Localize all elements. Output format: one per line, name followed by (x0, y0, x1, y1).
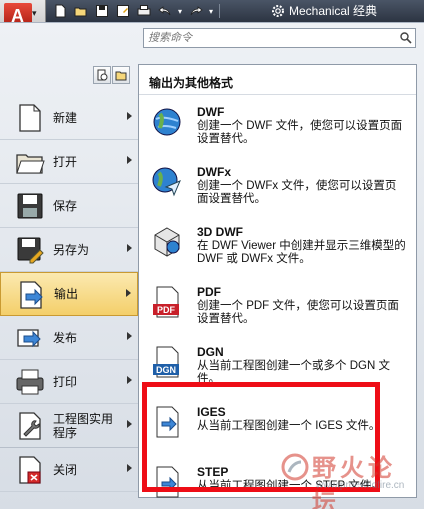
recent-docs-icon (97, 69, 108, 81)
export-iges-item[interactable]: IGES 从当前工程图创建一个 IGES 文件。 (139, 395, 416, 455)
submenu-arrow-icon (127, 464, 132, 472)
export-3d-dwf-item[interactable]: 3D DWF 在 DWF Viewer 中创建并显示三维模型的 DWF 或 DW… (139, 215, 416, 275)
entry-description: 创建一个 PDF 文件，使您可以设置页面设置替代。 (197, 300, 399, 325)
floppy-disk-icon (17, 193, 43, 219)
entry-description: 在 DWF Viewer 中创建并显示三维模型的 DWF 或 DWFx 文件。 (197, 240, 406, 265)
menu-item-print[interactable]: 打印 (0, 360, 138, 404)
entry-description: 从当前工程图创建一个 STEP 文件。 (197, 480, 383, 492)
menu-item-close[interactable]: 关闭 (0, 448, 138, 492)
application-menu-commands: 新建 打开 保存 另存为 输出 发布 打印 工程图实用 程序 关闭 (0, 96, 138, 492)
menu-item-label-line2: 程序 (53, 425, 78, 440)
entry-description: 创建一个 DWF 文件，使您可以设置页面设置替代。 (197, 120, 403, 145)
menu-item-label: 打印 (53, 374, 78, 389)
entry-title: STEP (197, 465, 229, 479)
submenu-arrow-icon (127, 332, 132, 340)
menu-item-open[interactable]: 打开 (0, 140, 138, 184)
document-view-buttons (93, 66, 130, 84)
menu-item-drawing-utilities[interactable]: 工程图实用 程序 (0, 404, 138, 448)
3d-dwf-cube-icon (154, 227, 180, 257)
undo-dropdown-icon[interactable]: ▾ (176, 3, 184, 20)
menu-item-label: 发布 (53, 330, 78, 345)
entry-title: 3D DWF (197, 225, 243, 239)
new-document-icon (19, 104, 41, 132)
workspace-name: Mechanical 经典 (289, 4, 378, 18)
svg-text:PDF: PDF (157, 305, 176, 315)
undo-icon[interactable] (155, 3, 174, 20)
step-icon (156, 466, 179, 498)
open-docs-icon (115, 71, 127, 81)
open-documents-button[interactable] (112, 66, 130, 84)
menu-item-save[interactable]: 保存 (0, 184, 138, 228)
wrench-document-icon (19, 412, 41, 440)
export-submenu-panel: 输出为其他格式 DWF 创建一个 DWF 文件，使您可以设置页面设置替代。 DW… (138, 64, 417, 498)
gear-icon (272, 4, 284, 17)
entry-title: DGN (197, 345, 224, 359)
export-icon (20, 281, 43, 309)
redo-dropdown-icon[interactable]: ▾ (207, 3, 215, 20)
submenu-arrow-icon (127, 156, 132, 164)
workspace-switcher[interactable]: Mechanical 经典 (270, 1, 377, 20)
menu-item-save-as[interactable]: 另存为 (0, 228, 138, 272)
search-input[interactable] (144, 29, 394, 47)
entry-title: IGES (197, 405, 226, 419)
menu-item-label: 打开 (53, 154, 78, 169)
quick-access-toolbar: ▾ ▾ (50, 2, 222, 20)
pdf-icon: PDF (153, 286, 179, 318)
recent-documents-button[interactable] (93, 66, 111, 84)
submenu-arrow-icon (127, 420, 132, 428)
entry-description: 从当前工程图创建一个或多个 DGN 文件。 (197, 360, 390, 385)
export-dwfx-item[interactable]: DWFx 创建一个 DWFx 文件，使您可以设置页面设置替代。 (139, 155, 416, 215)
search-icon[interactable] (399, 31, 413, 45)
chevron-down-icon: ▾ (32, 8, 37, 18)
entry-description: 创建一个 DWFx 文件，使您可以设置页面设置替代。 (197, 180, 397, 205)
menu-item-label-line1: 工程图实用 (53, 411, 114, 426)
menu-item-label: 工程图实用 程序 (53, 412, 113, 440)
entry-title: DWF (197, 105, 225, 119)
submenu-arrow-icon (127, 112, 132, 120)
entry-title: DWFx (197, 165, 231, 179)
publish-icon (17, 329, 41, 348)
toolbar-separator (219, 4, 220, 18)
redo-icon[interactable] (186, 3, 205, 20)
export-dgn-item[interactable]: DGN DGN 从当前工程图创建一个或多个 DGN 文件。 (139, 335, 416, 395)
open-folder-icon (16, 154, 45, 174)
dgn-icon: DGN (153, 346, 179, 378)
submenu-arrow-icon (127, 244, 132, 252)
menu-item-publish[interactable]: 发布 (0, 316, 138, 360)
export-pdf-item[interactable]: PDF PDF 创建一个 PDF 文件，使您可以设置页面设置替代。 (139, 275, 416, 335)
save-as-icon[interactable] (113, 3, 132, 20)
entry-description: 从当前工程图创建一个 IGES 文件。 (197, 420, 381, 432)
new-file-icon[interactable] (50, 3, 69, 20)
menu-item-label: 关闭 (53, 462, 78, 477)
menu-item-label: 另存为 (53, 242, 90, 257)
menu-item-export[interactable]: 输出 (0, 272, 138, 316)
search-command-box[interactable] (143, 28, 416, 48)
panel-title: 输出为其他格式 (139, 65, 416, 95)
printer-icon (16, 369, 44, 395)
export-step-item[interactable]: STEP 从当前工程图创建一个 STEP 文件。 (139, 455, 416, 509)
menu-item-new[interactable]: 新建 (0, 96, 138, 140)
submenu-arrow-icon (126, 289, 131, 297)
entry-title: PDF (197, 285, 221, 299)
menu-item-label: 输出 (54, 287, 79, 301)
print-icon[interactable] (134, 3, 153, 20)
open-folder-icon[interactable] (71, 3, 90, 20)
menu-item-label: 保存 (53, 198, 78, 213)
menu-item-label: 新建 (53, 110, 78, 125)
dwf-globe-icon (153, 108, 181, 136)
iges-icon (156, 406, 179, 438)
save-icon[interactable] (92, 3, 111, 20)
close-document-icon (19, 456, 41, 484)
export-dwf-item[interactable]: DWF 创建一个 DWF 文件，使您可以设置页面设置替代。 (139, 95, 416, 155)
save-as-icon (17, 237, 44, 264)
dwfx-globe-icon (152, 167, 181, 197)
submenu-arrow-icon (127, 376, 132, 384)
svg-text:DGN: DGN (156, 365, 176, 375)
